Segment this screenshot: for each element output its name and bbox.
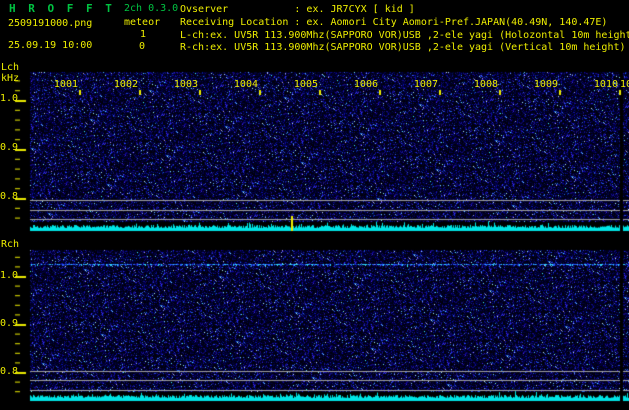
app-title: H R O F F T <box>9 2 115 15</box>
version-label: 2ch 0.3.0 <box>124 3 179 14</box>
time-label-1004: 1004 <box>233 79 258 90</box>
time-label-1006: 1006 <box>353 79 378 90</box>
khz-unit-label: kHz <box>1 73 20 84</box>
lch-freq-label-1: 0.9 <box>0 142 19 153</box>
rch-freq-label-1: 0.9 <box>0 318 19 329</box>
filename-label: 2509191000.png <box>8 18 93 29</box>
time-label-clipped: 10 <box>620 79 629 90</box>
time-label-1005: 1005 <box>293 79 318 90</box>
lch-freq-label-2: 0.8 <box>0 191 19 202</box>
info-line-location: Receiving Location : ex. Aomori City Aom… <box>180 17 608 28</box>
info-line-observer: Ovserver : ex. JR7CYX [ kid ] <box>180 4 415 15</box>
rch-panel-label: Rch <box>1 239 20 250</box>
lch-freq-label-0: 1.0 <box>0 93 19 104</box>
lch-panel-label: Lch <box>1 62 20 73</box>
time-label-1009: 1009 <box>533 79 558 90</box>
rch-freq-label-2: 0.8 <box>0 366 19 377</box>
time-label-1007: 1007 <box>413 79 438 90</box>
time-label-1010: 1010 <box>593 79 618 90</box>
time-label-1002: 1002 <box>113 79 138 90</box>
datetime-label: 25.09.19 10:00 <box>8 40 93 51</box>
meteor-count-lch: 1 <box>140 29 147 40</box>
time-label-1008: 1008 <box>473 79 498 90</box>
info-line-lch-setup: L-ch:ex. UV5R 113.900Mhz(SAPPORO VOR)USB… <box>180 30 629 41</box>
time-label-1003: 1003 <box>173 79 198 90</box>
info-line-rch-setup: R-ch:ex. UV5R 113.900Mhz(SAPPORO VOR)USB… <box>180 42 626 53</box>
spectrogram-canvas <box>0 0 629 410</box>
meteor-count-rch: 0 <box>139 41 146 52</box>
rch-freq-label-0: 1.0 <box>0 270 19 281</box>
hrofft-screen: H R O F F T 2ch 0.3.0 2509191000.png met… <box>0 0 629 410</box>
meteor-label: meteor <box>124 17 161 28</box>
time-label-1001: 1001 <box>53 79 78 90</box>
